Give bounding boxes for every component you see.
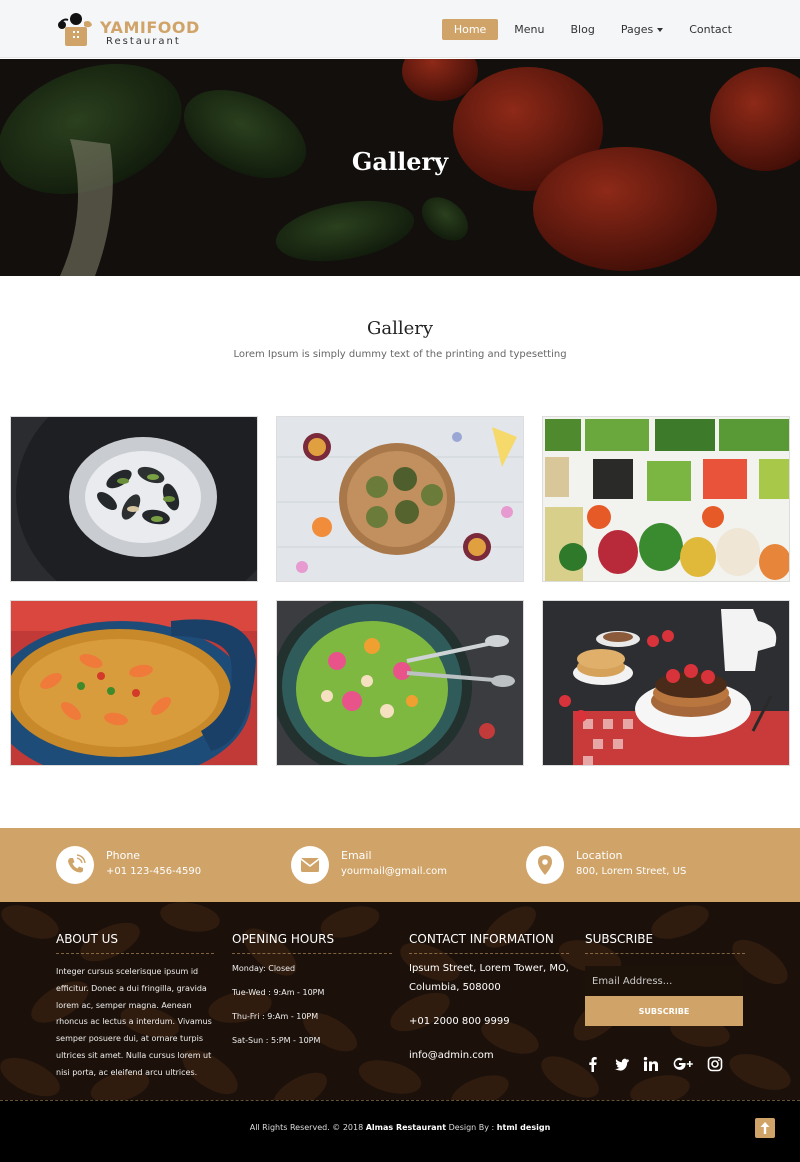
subscribe-email-input[interactable] [585,966,743,996]
phone-value[interactable]: +01 123-456-4590 [106,866,201,877]
chevron-down-icon [657,28,664,32]
location-label: Location [576,849,623,862]
hours-tue-wed: Tue-Wed : 9:Am - 10PM [232,988,325,997]
copyright-prefix: All Rights Reserved. © 2018 [249,1123,364,1132]
envelope-icon [291,846,329,884]
nav-item-home[interactable]: Home [441,19,499,40]
subscribe-heading: SUBSCRIBE [585,932,745,954]
hours-monday: Monday: Closed [232,964,296,973]
gallery-image-salad-bar[interactable] [542,416,790,582]
footer-hours: OPENING HOURS Monday: Closed Tue-Wed : 9… [232,932,392,1045]
copyright-design-by: Design By : [448,1123,495,1132]
footer-subscribe: SUBSCRIBE SUBSCRIBE [585,932,745,1026]
gallery-subtitle: Lorem Ipsum is simply dummy text of the … [233,349,567,360]
nav-item-contact[interactable]: Contact [679,19,742,40]
social-links [585,1056,723,1072]
facebook-icon[interactable] [585,1056,601,1072]
contact-address-line1: Ipsum Street, Lorem Tower, MO, [409,963,569,974]
linkedin-icon[interactable] [643,1056,659,1072]
hours-thu-fri: Thu-Fri : 9:Am - 10PM [232,1012,319,1021]
contact-heading: CONTACT INFORMATION [409,932,569,954]
gallery-image-pancakes[interactable] [542,600,790,766]
copyright-designer[interactable]: html design [497,1123,550,1132]
contact-address-line2: Columbia, 508000 [409,982,501,993]
email-value[interactable]: yourmail@gmail.com [341,866,447,877]
passion-fruit-board-photo [277,417,523,581]
site-header: YAMIFOOD Restaurant Home Menu Blog Pages… [0,0,800,58]
hours-sat-sun: Sat-Sun : 5:PM - 10PM [232,1036,321,1045]
twitter-icon[interactable] [614,1056,630,1072]
brand-logo[interactable]: YAMIFOOD Restaurant [56,12,199,48]
brand-name: YAMIFOOD [100,18,200,37]
about-text: Integer cursus scelerisque ipsum id effi… [56,967,212,1077]
hours-heading: OPENING HOURS [232,932,392,954]
map-marker-icon [526,846,564,884]
copyright-text: All Rights Reserved. © 2018 Almas Restau… [0,1123,800,1132]
brand-tagline: Restaurant [106,36,181,47]
gallery-heading: Gallery [366,318,434,339]
email-label: Email [341,849,372,862]
main-nav: Home Menu Blog Pages Contact [441,19,742,40]
copyright-company[interactable]: Almas Restaurant [366,1123,446,1132]
about-heading: ABOUT US [56,932,214,954]
gallery-image-mussels[interactable] [10,416,258,582]
google-plus-icon[interactable] [672,1056,694,1072]
gallery-image-paella[interactable] [10,600,258,766]
gallery-image-green-salad[interactable] [276,600,524,766]
mussels-dish-photo [11,417,257,581]
nav-item-pages-label: Pages [620,23,654,36]
site-footer: ABOUT US Integer cursus scelerisque ipsu… [0,902,800,1100]
footer-about: ABOUT US Integer cursus scelerisque ipsu… [56,932,214,1082]
gallery-image-passion-fruit[interactable] [276,416,524,582]
contact-email-address[interactable]: info@admin.com [409,1046,569,1065]
contact-phone-number[interactable]: +01 2000 800 9999 [409,1012,569,1031]
page-banner: Gallery [0,59,800,276]
instagram-icon[interactable] [707,1056,723,1072]
nav-item-blog[interactable]: Blog [561,19,605,40]
back-to-top-button[interactable] [755,1118,775,1138]
salad-bar-photo [543,417,789,581]
copyright-bar: All Rights Reserved. © 2018 Almas Restau… [0,1100,800,1162]
nav-item-menu[interactable]: Menu [504,19,554,40]
footer-contact: CONTACT INFORMATION Ipsum Street, Lorem … [409,932,569,1065]
green-salad-bowl-photo [277,601,523,765]
phone-icon [56,846,94,884]
arrow-up-icon [760,1122,770,1134]
pancakes-strawberries-photo [543,601,789,765]
banner-title: Gallery [351,147,449,176]
nav-item-pages[interactable]: Pages [611,19,673,40]
chef-logo-icon [58,13,92,46]
phone-label: Phone [106,849,141,862]
contact-strip: Phone +01 123-456-4590 Email yourmail@gm… [0,828,800,902]
location-value: 800, Lorem Street, US [576,866,687,877]
subscribe-button[interactable]: SUBSCRIBE [585,996,743,1026]
paella-photo [11,601,257,765]
